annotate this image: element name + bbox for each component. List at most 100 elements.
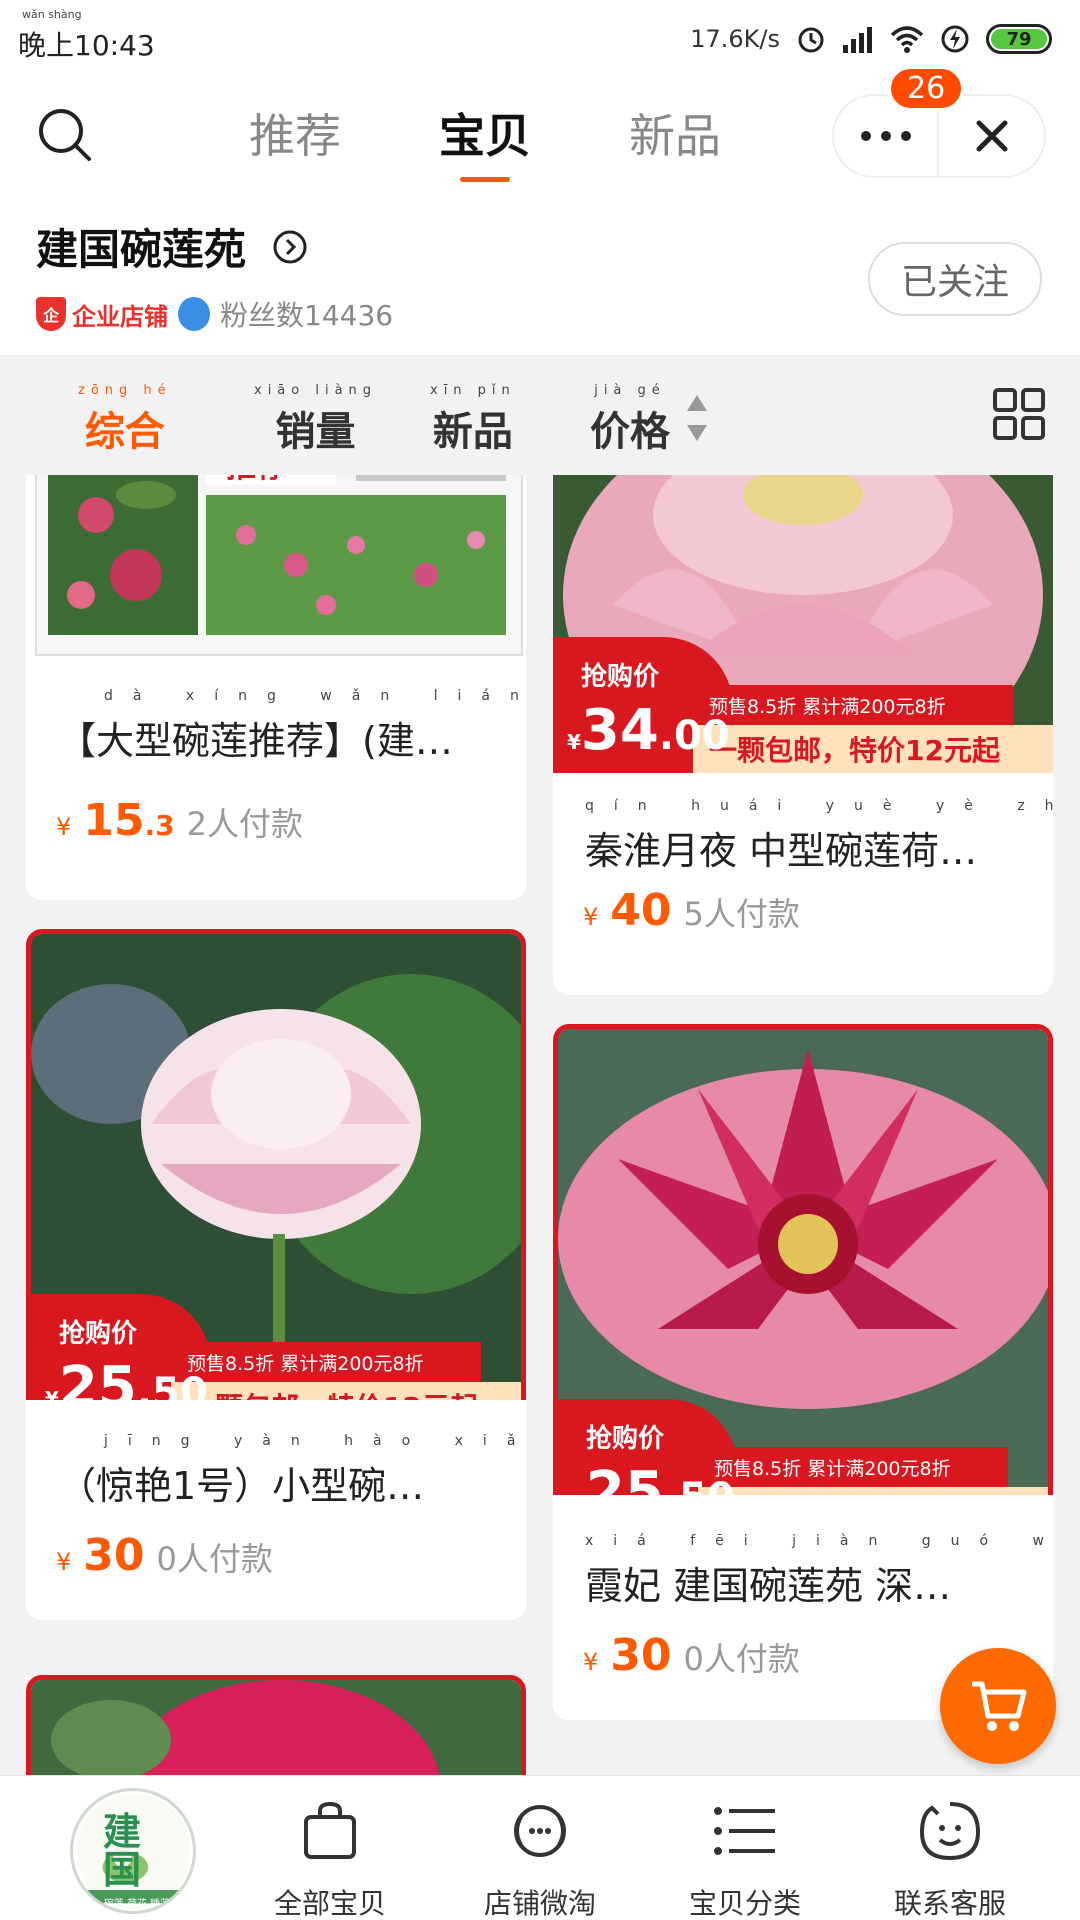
- product-title-wrap: dà xíng wǎn lián tuī jiàn jiàn 【大型碗莲推荐】(…: [58, 688, 526, 765]
- product-title-ruby: xiá fēi jiàn guó wǎn lián yuàn shēn: [585, 1533, 1053, 1549]
- shield-icon: 企: [36, 297, 66, 331]
- yen-symbol: ¥: [567, 730, 581, 754]
- shop-feed-tab[interactable]: 店铺微淘: [450, 1796, 630, 1920]
- customer-service-tab[interactable]: 联系客服: [860, 1796, 1040, 1920]
- price-integer: 30: [610, 1630, 672, 1681]
- sort-label: 新品: [432, 409, 513, 455]
- product-price: ¥ 30 0人付款: [583, 1630, 800, 1681]
- product-card-info[interactable]: jīng yàn hào xiǎo xíng wǎn （惊艳1号）小型碗… ¥ …: [26, 1400, 526, 1620]
- sort-label: 综合: [84, 409, 165, 455]
- product-image: 推荐: [26, 475, 526, 660]
- tab-label: 全部宝贝: [273, 1887, 386, 1920]
- product-card[interactable]: 预售8.5折 累计满200元8折 一颗包邮，特价12元起 抢购价 ¥25.50: [553, 1024, 1053, 1524]
- grid-view-icon[interactable]: [992, 387, 1046, 441]
- more-button[interactable]: 26: [834, 66, 965, 176]
- promo-label: 抢购价: [586, 1424, 665, 1454]
- yen-symbol: ¥: [56, 813, 72, 841]
- more-icon: [860, 131, 911, 141]
- follow-button[interactable]: 已关注: [868, 242, 1042, 316]
- sort-bar: zōng hé 综合 xiāo liàng 销量 xīn pǐn 新品 jià …: [0, 355, 1080, 475]
- battery-level: 79: [991, 29, 1047, 50]
- service-icon: [919, 1802, 981, 1861]
- sort-label: 销量: [275, 409, 356, 455]
- shop-logo[interactable]: 建国 碗莲 荷花 睡莲: [70, 1788, 196, 1914]
- signal-icon: [842, 22, 876, 56]
- product-grid: 推荐 dà xíng wǎn lián tuī jiàn jiàn 【大型碗莲推…: [0, 475, 1080, 1775]
- shop-logo-tag: 碗莲 荷花 睡莲: [103, 1899, 171, 1910]
- product-title: 【大型碗莲推荐】(建…: [58, 719, 453, 763]
- enterprise-label: 企业店铺: [72, 302, 168, 331]
- tab-new[interactable]: 新品: [580, 96, 770, 176]
- shop-name-row[interactable]: 建国碗莲苑: [36, 216, 308, 277]
- yen-symbol: ¥: [56, 1548, 72, 1576]
- product-card[interactable]: 推荐 dà xíng wǎn lián tuī jiàn jiàn 【大型碗莲推…: [26, 475, 526, 900]
- status-time-ruby: wǎn shàng: [22, 8, 82, 21]
- yen-symbol: ¥: [583, 903, 599, 931]
- close-icon: [976, 120, 1007, 152]
- yen-symbol: ¥: [583, 1648, 599, 1676]
- sort-ruby: xīn pǐn: [430, 383, 516, 398]
- promo-amount: ¥34.00: [567, 698, 730, 763]
- broadcast-icon: [514, 1805, 566, 1857]
- product-title-wrap: qín huái yuè yè zhōng xíng wǎn lián hé 秦…: [585, 798, 1053, 875]
- price-integer: 15: [83, 795, 145, 846]
- promo-amount-int: 34: [580, 698, 659, 763]
- verified-badge-icon: [178, 297, 210, 331]
- cart-icon: [972, 1681, 1027, 1731]
- product-title: 霞妃 建国碗莲苑 深…: [585, 1564, 952, 1608]
- product-title-ruby: qín huái yuè yè zhōng xíng wǎn lián hé: [585, 798, 1053, 814]
- product-title-wrap: xiá fēi jiàn guó wǎn lián yuàn shēn 霞妃 建…: [585, 1533, 1053, 1610]
- paid-count: 0人付款: [683, 1640, 800, 1678]
- sort-ruby: jià gé: [594, 383, 666, 398]
- product-card[interactable]: [26, 1675, 526, 1775]
- paid-count: 0人付款: [156, 1540, 273, 1578]
- product-title-ruby: jīng yàn hào xiǎo xíng wǎn: [104, 1433, 526, 1449]
- tab-label: 联系客服: [893, 1887, 1006, 1920]
- paid-count: 2人付款: [186, 805, 304, 843]
- sort-sales[interactable]: xiāo liàng 销量: [254, 383, 377, 457]
- categories-tab[interactable]: 宝贝分类: [655, 1796, 835, 1920]
- product-card[interactable]: 预售8.5折 累计满200元8折 一颗包邮，特价12元起 抢购价 ¥34.00 …: [553, 475, 1053, 995]
- product-title: （惊艳1号）小型碗…: [58, 1464, 425, 1508]
- promo-strip: 预售8.5折 累计满200元8折: [171, 1342, 481, 1382]
- shop-header: 建国碗莲苑 企 企业店铺 粉丝数14436 已关注: [0, 190, 1080, 355]
- sort-overall[interactable]: zōng hé 综合: [78, 383, 172, 457]
- paid-count: 5人付款: [683, 895, 800, 933]
- product-price: ¥ 15.3 2人付款: [56, 795, 303, 846]
- fans-count: 粉丝数14436: [220, 299, 394, 332]
- sort-ruby: zōng hé: [78, 383, 172, 398]
- search-button[interactable]: [30, 100, 100, 170]
- promo-amount-dec: .00: [658, 713, 730, 759]
- list-icon: [714, 1807, 775, 1855]
- tab-products[interactable]: 宝贝: [390, 96, 580, 182]
- tab-label: 店铺微淘: [483, 1887, 596, 1920]
- all-products-tab[interactable]: 全部宝贝: [240, 1796, 420, 1920]
- product-image: 预售8.5折 累计满200元8折 一颗包邮，特价12元起 抢购价 ¥25.50: [558, 1029, 1048, 1524]
- charging-icon: [938, 22, 972, 56]
- battery-icon: 79: [986, 24, 1052, 54]
- product-title: 秦淮月夜 中型碗莲荷…: [585, 829, 978, 873]
- product-price: ¥ 30 0人付款: [56, 1530, 273, 1581]
- promo-strip: 预售8.5折 累计满200元8折: [698, 1447, 1008, 1487]
- tab-recommend[interactable]: 推荐: [200, 96, 390, 176]
- enterprise-badge: 企 企业店铺: [36, 297, 168, 332]
- product-image: 预售8.5折 累计满200元8折 一颗包邮，特价12元起 抢购价 ¥34.00: [553, 475, 1053, 773]
- cart-button[interactable]: [940, 1648, 1056, 1764]
- tab-label: 宝贝分类: [688, 1887, 801, 1920]
- sort-new[interactable]: xīn pǐn 新品: [430, 383, 516, 457]
- status-time: 晚上10:43: [18, 29, 155, 62]
- promo-label: 抢购价: [581, 662, 660, 692]
- sort-price[interactable]: jià gé 价格: [590, 383, 670, 457]
- shop-name: 建国碗莲苑: [36, 225, 247, 274]
- price-decimal: .3: [144, 809, 175, 842]
- bag-icon: [304, 1801, 356, 1859]
- alarm-icon: [794, 22, 828, 56]
- search-icon: [39, 109, 91, 161]
- sort-label: 价格: [590, 409, 670, 455]
- top-nav: 推荐 宝贝 新品 26: [0, 66, 1080, 190]
- promo-band: 一颗包邮，特价12元起: [693, 725, 1053, 773]
- product-title-ruby: dà xíng wǎn lián tuī jiàn jiàn: [104, 688, 526, 704]
- product-image: [31, 1680, 521, 1775]
- promo-banner: 预售8.5折 累计满200元8折 一颗包邮，特价12元起 抢购价 ¥34.00: [553, 637, 1053, 773]
- close-button[interactable]: [939, 96, 1044, 176]
